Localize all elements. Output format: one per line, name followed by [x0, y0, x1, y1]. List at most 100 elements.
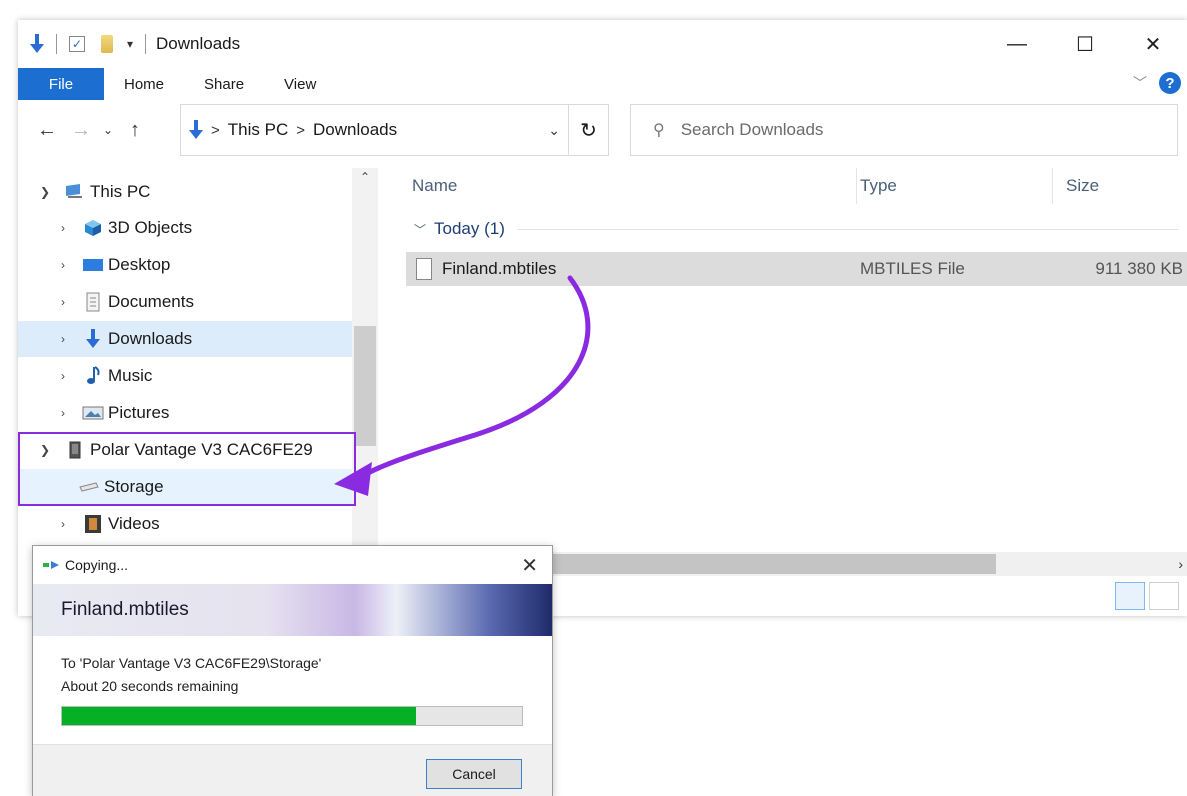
progress-fill [62, 707, 417, 725]
back-arrow-icon[interactable]: ← [30, 119, 64, 142]
sidebar-item-pictures[interactable]: › Pictures [18, 395, 352, 431]
scroll-right-icon[interactable]: › [1178, 552, 1183, 576]
download-arrow-icon[interactable] [30, 34, 44, 54]
music-note-icon [82, 366, 104, 385]
scrollbar-thumb[interactable] [354, 326, 376, 446]
progress-bar [61, 706, 523, 726]
help-icon[interactable]: ? [1159, 72, 1181, 94]
customize-toolbar-icon[interactable]: ▾ [127, 37, 133, 51]
sidebar-item-label: This PC [90, 182, 151, 201]
computer-icon [64, 183, 86, 201]
breadcrumb-this-pc[interactable]: This PC [228, 120, 288, 140]
sidebar-item-desktop[interactable]: › Desktop [18, 247, 352, 283]
group-header[interactable]: ﹀ Today (1) [398, 216, 1187, 242]
sidebar-item-videos[interactable]: › Videos [18, 506, 352, 542]
document-icon [82, 292, 104, 312]
sidebar-item-label: Documents [108, 292, 194, 311]
window-title: Downloads [156, 34, 241, 53]
dialog-footer: Cancel [33, 744, 552, 796]
sidebar-item-music[interactable]: › Music [18, 358, 352, 394]
sidebar-item-this-pc[interactable]: ❯ This PC [18, 174, 352, 210]
close-button[interactable]: ✕ [1119, 20, 1187, 68]
expand-ribbon-icon[interactable]: ﹀ [1133, 73, 1147, 93]
column-type[interactable]: Type [860, 176, 897, 196]
cube-icon [82, 219, 104, 237]
file-type: MBTILES File [860, 259, 965, 278]
breadcrumb-separator-icon[interactable]: > [211, 122, 220, 139]
time-remaining: About 20 seconds remaining [61, 678, 239, 694]
search-icon: ⚲ [653, 122, 665, 139]
copying-filename: Finland.mbtiles [61, 599, 189, 620]
sidebar-item-label: Desktop [108, 255, 171, 274]
scroll-up-icon[interactable]: ⌃ [352, 170, 378, 184]
collapsed-chevron-icon[interactable]: › [54, 332, 72, 346]
window-controls: — ☐ ✕ [983, 20, 1187, 68]
close-icon[interactable]: ✕ [521, 553, 538, 578]
column-size[interactable]: Size [1066, 176, 1099, 196]
forward-arrow-icon[interactable]: → [64, 119, 98, 142]
sidebar-item-label: Music [108, 366, 153, 385]
tab-share[interactable]: Share [204, 76, 244, 93]
search-box[interactable]: ⚲ Search Downloads [630, 104, 1178, 156]
file-icon [416, 258, 432, 280]
details-view-icon[interactable] [1115, 582, 1145, 610]
address-bar[interactable]: > This PC > Downloads ⌄ ↻ [180, 104, 609, 156]
file-row[interactable]: Finland.mbtiles MBTILES File 911 380 KB [406, 252, 1187, 286]
collapsed-chevron-icon[interactable]: › [54, 258, 72, 272]
dialog-title-bar: Copying... ✕ [33, 546, 552, 584]
destination-text: To 'Polar Vantage V3 CAC6FE29\Storage' [61, 655, 322, 671]
collapsed-chevron-icon[interactable]: › [54, 295, 72, 309]
new-folder-icon[interactable] [101, 35, 113, 53]
group-divider [516, 228, 1179, 230]
toolbar-divider [145, 34, 147, 54]
highlight-box [18, 432, 356, 506]
file-size: 911 380 KB [1095, 259, 1183, 278]
up-arrow-icon[interactable]: ↑ [118, 119, 152, 142]
ribbon-right: ﹀ ? [1133, 72, 1181, 94]
tab-file[interactable]: File [18, 68, 104, 100]
collapsed-chevron-icon[interactable]: › [54, 517, 72, 531]
dialog-banner: Finland.mbtiles [33, 584, 552, 636]
breadcrumb-separator-icon[interactable]: > [296, 122, 305, 139]
search-input[interactable]: Search Downloads [681, 120, 824, 140]
sidebar-item-label: Pictures [108, 403, 170, 422]
cancel-button[interactable]: Cancel [426, 759, 522, 789]
sidebar-item-documents[interactable]: › Documents [18, 284, 352, 320]
title-bar: ✓ ▾ Downloads — ☐ ✕ [18, 20, 1187, 68]
column-divider[interactable] [856, 168, 857, 204]
sidebar-item-3d-objects[interactable]: › 3D Objects [18, 210, 352, 246]
properties-icon[interactable]: ✓ [69, 36, 85, 52]
large-icons-view-icon[interactable] [1149, 582, 1179, 610]
expanded-chevron-icon[interactable]: ❯ [36, 185, 54, 199]
column-divider[interactable] [1052, 168, 1053, 204]
collapsed-chevron-icon[interactable]: › [54, 406, 72, 420]
refresh-icon[interactable]: ↻ [568, 105, 608, 155]
tab-view[interactable]: View [284, 76, 316, 93]
copy-dialog: Copying... ✕ Finland.mbtiles To 'Polar V… [32, 545, 553, 796]
sidebar-item-label: Videos [108, 514, 160, 533]
sidebar-item-label: Downloads [108, 329, 193, 348]
column-headers: Name Type Size [398, 168, 1187, 204]
sidebar-item-downloads[interactable]: › Downloads [18, 321, 352, 357]
download-icon [82, 329, 104, 348]
file-name: Finland.mbtiles [442, 259, 557, 278]
maximize-button[interactable]: ☐ [1051, 20, 1119, 68]
copy-icon [43, 560, 61, 570]
breadcrumb-downloads[interactable]: Downloads [313, 120, 397, 140]
column-name[interactable]: Name [412, 176, 457, 196]
desktop-icon [82, 256, 104, 274]
collapsed-chevron-icon[interactable]: › [54, 221, 72, 235]
view-toggle [1115, 582, 1179, 610]
group-collapse-icon[interactable]: ﹀ [414, 221, 426, 238]
quick-access-toolbar: ✓ ▾ [30, 20, 152, 68]
minimize-button[interactable]: — [983, 20, 1051, 68]
sidebar-item-label: 3D Objects [108, 218, 193, 237]
address-dropdown-icon[interactable]: ⌄ [548, 122, 560, 139]
tab-home[interactable]: Home [124, 76, 164, 93]
downloads-folder-icon [189, 120, 203, 140]
explorer-window: ✓ ▾ Downloads — ☐ ✕ File Home Share View… [18, 20, 1187, 616]
recent-locations-icon[interactable]: ⌄ [98, 123, 118, 137]
dialog-title: Copying... [65, 557, 129, 573]
collapsed-chevron-icon[interactable]: › [54, 369, 72, 383]
toolbar-divider [56, 34, 57, 54]
